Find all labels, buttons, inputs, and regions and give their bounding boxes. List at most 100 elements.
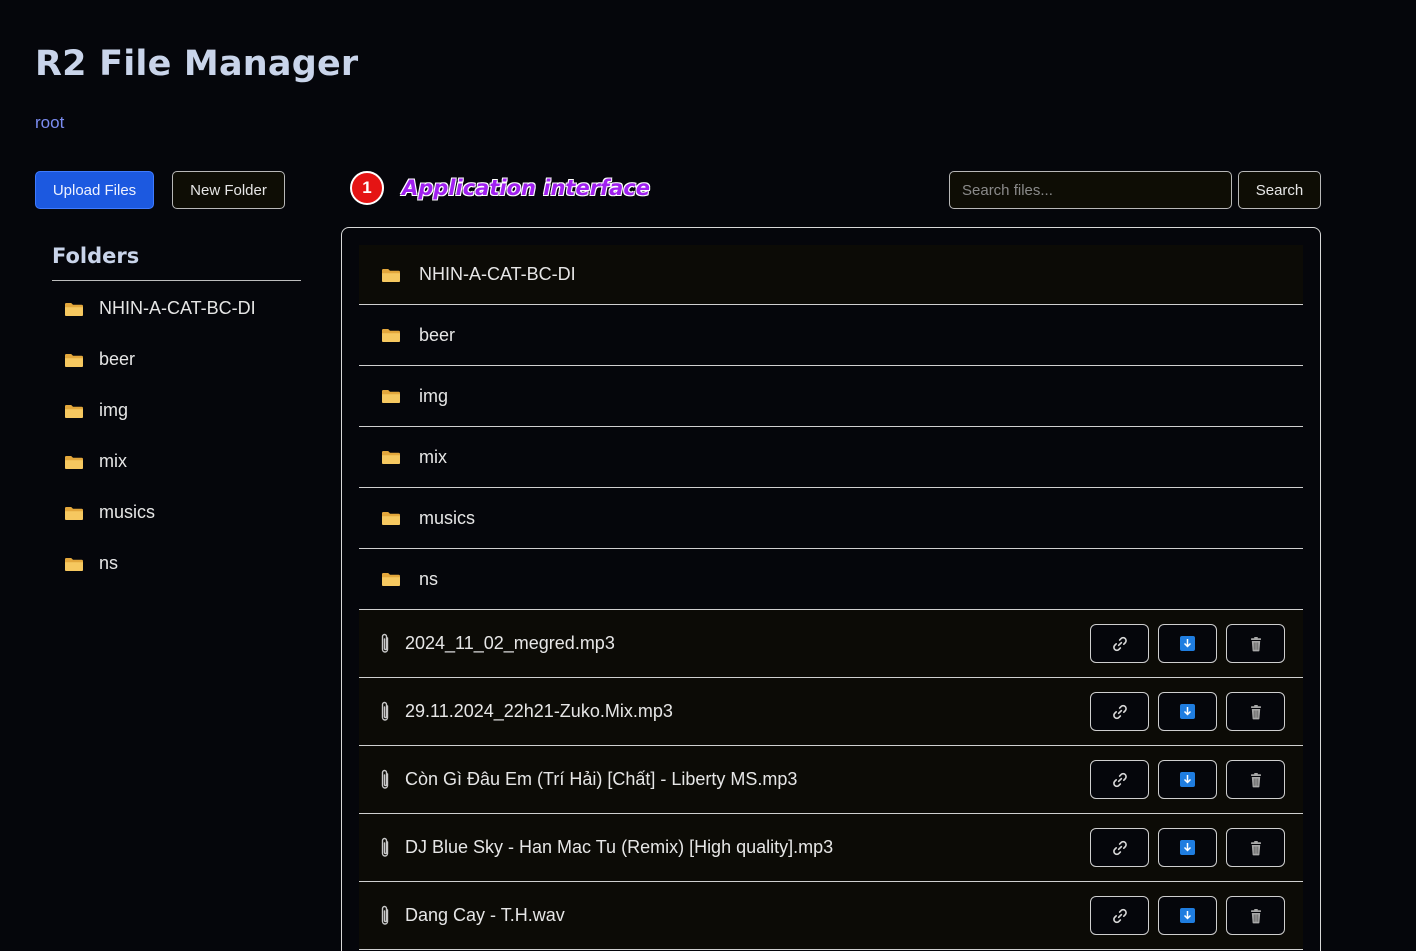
link-icon <box>1111 771 1129 789</box>
delete-button[interactable] <box>1226 624 1285 663</box>
folder-icon <box>381 388 401 404</box>
sidebar-item-mix[interactable]: mix <box>52 436 301 487</box>
upload-files-button[interactable]: Upload Files <box>35 171 154 209</box>
file-actions <box>1090 624 1285 663</box>
new-folder-button[interactable]: New Folder <box>172 171 285 209</box>
folder-row-label: ns <box>419 568 439 589</box>
sidebar-item-img[interactable]: img <box>52 385 301 436</box>
annotation-number-badge: 1 <box>350 171 384 205</box>
download-icon <box>1180 772 1195 787</box>
link-icon <box>1111 839 1129 857</box>
folder-row-label: NHIN-A-CAT-BC-DI <box>419 264 576 284</box>
sidebar-item-musics[interactable]: musics <box>52 487 301 538</box>
folders-sidebar: Folders NHIN-A-CAT-BC-DI beer img mix mu… <box>52 244 301 589</box>
sidebar-folder-list: NHIN-A-CAT-BC-DI beer img mix musics ns <box>52 283 301 589</box>
search-input[interactable] <box>949 171 1232 209</box>
folder-icon <box>381 571 401 587</box>
file-actions <box>1090 828 1285 867</box>
folder-row-label: mix <box>419 446 447 467</box>
paperclip-icon <box>377 632 393 656</box>
folder-icon <box>64 301 84 317</box>
file-row: DJ Blue Sky - Han Mac Tu (Remix) [High q… <box>359 814 1303 882</box>
copy-link-button[interactable] <box>1090 692 1149 731</box>
download-button[interactable] <box>1158 760 1217 799</box>
paperclip-icon <box>377 768 393 792</box>
sidebar-item-label: NHIN-A-CAT-BC-DI <box>99 298 256 318</box>
folder-icon <box>381 449 401 465</box>
delete-button[interactable] <box>1226 760 1285 799</box>
download-button[interactable] <box>1158 828 1217 867</box>
trash-icon <box>1248 840 1264 856</box>
file-browser-panel: NHIN-A-CAT-BC-DI beer img mix musics ns … <box>341 227 1321 951</box>
copy-link-button[interactable] <box>1090 760 1149 799</box>
folder-row-label: musics <box>419 507 476 528</box>
file-row: Còn Gì Đâu Em (Trí Hải) [Chất] - Liberty… <box>359 746 1303 814</box>
copy-link-button[interactable] <box>1090 828 1149 867</box>
app-title: R2 File Manager <box>35 44 359 84</box>
download-icon <box>1180 704 1195 719</box>
download-button[interactable] <box>1158 624 1217 663</box>
delete-button[interactable] <box>1226 692 1285 731</box>
folder-icon <box>381 327 401 343</box>
paperclip-icon <box>377 904 393 928</box>
folder-row-nhin-a-cat-bc-di[interactable]: NHIN-A-CAT-BC-DI <box>359 245 1303 305</box>
folder-row-img[interactable]: img <box>359 366 1303 427</box>
download-icon <box>1180 636 1195 651</box>
file-row: 2024_11_02_megred.mp3 <box>359 610 1303 678</box>
sidebar-heading: Folders <box>52 244 301 281</box>
sidebar-item-beer[interactable]: beer <box>52 334 301 385</box>
sidebar-item-label: musics <box>99 502 156 522</box>
download-button[interactable] <box>1158 692 1217 731</box>
download-button[interactable] <box>1158 896 1217 935</box>
folder-icon <box>64 505 84 521</box>
link-icon <box>1111 907 1129 925</box>
folder-icon <box>64 454 84 470</box>
folder-icon <box>64 403 84 419</box>
folder-row-mix[interactable]: mix <box>359 427 1303 488</box>
folder-row-label: img <box>419 385 449 406</box>
file-name: Dang Cay - T.H.wav <box>405 905 565 925</box>
folder-icon <box>64 556 84 572</box>
file-row: 29.11.2024_22h21-Zuko.Mix.mp3 <box>359 678 1303 746</box>
sidebar-item-label: img <box>99 400 129 420</box>
file-actions <box>1090 896 1285 935</box>
annotation-callout: 1 Application interface <box>350 171 650 205</box>
file-actions <box>1090 760 1285 799</box>
copy-link-button[interactable] <box>1090 624 1149 663</box>
trash-icon <box>1248 908 1264 924</box>
file-name: 29.11.2024_22h21-Zuko.Mix.mp3 <box>405 701 673 721</box>
sidebar-item-ns[interactable]: ns <box>52 538 301 589</box>
folder-row-ns[interactable]: ns <box>359 549 1303 610</box>
file-name: 2024_11_02_megred.mp3 <box>405 633 615 653</box>
link-icon <box>1111 635 1129 653</box>
search-button[interactable]: Search <box>1238 171 1321 209</box>
sidebar-item-label: ns <box>99 553 119 573</box>
trash-icon <box>1248 772 1264 788</box>
copy-link-button[interactable] <box>1090 896 1149 935</box>
folder-row-label: beer <box>419 324 456 345</box>
folder-icon <box>381 267 401 283</box>
file-list: NHIN-A-CAT-BC-DI beer img mix musics ns … <box>359 245 1303 950</box>
link-icon <box>1111 703 1129 721</box>
paperclip-icon <box>377 700 393 724</box>
sidebar-item-label: mix <box>99 451 127 471</box>
trash-icon <box>1248 636 1264 652</box>
breadcrumb-root[interactable]: root <box>35 113 64 133</box>
download-icon <box>1180 840 1195 855</box>
paperclip-icon <box>377 836 393 860</box>
delete-button[interactable] <box>1226 896 1285 935</box>
folder-icon <box>64 352 84 368</box>
download-icon <box>1180 908 1195 923</box>
trash-icon <box>1248 704 1264 720</box>
file-row: Dang Cay - T.H.wav <box>359 882 1303 950</box>
sidebar-item-label: beer <box>99 349 136 369</box>
folder-icon <box>381 510 401 526</box>
delete-button[interactable] <box>1226 828 1285 867</box>
file-name: Còn Gì Đâu Em (Trí Hải) [Chất] - Liberty… <box>405 769 798 789</box>
sidebar-item-nhin-a-cat-bc-di[interactable]: NHIN-A-CAT-BC-DI <box>52 283 301 334</box>
file-name: DJ Blue Sky - Han Mac Tu (Remix) [High q… <box>405 837 834 857</box>
folder-row-musics[interactable]: musics <box>359 488 1303 549</box>
file-actions <box>1090 692 1285 731</box>
folder-row-beer[interactable]: beer <box>359 305 1303 366</box>
annotation-label: Application interface <box>402 176 651 200</box>
